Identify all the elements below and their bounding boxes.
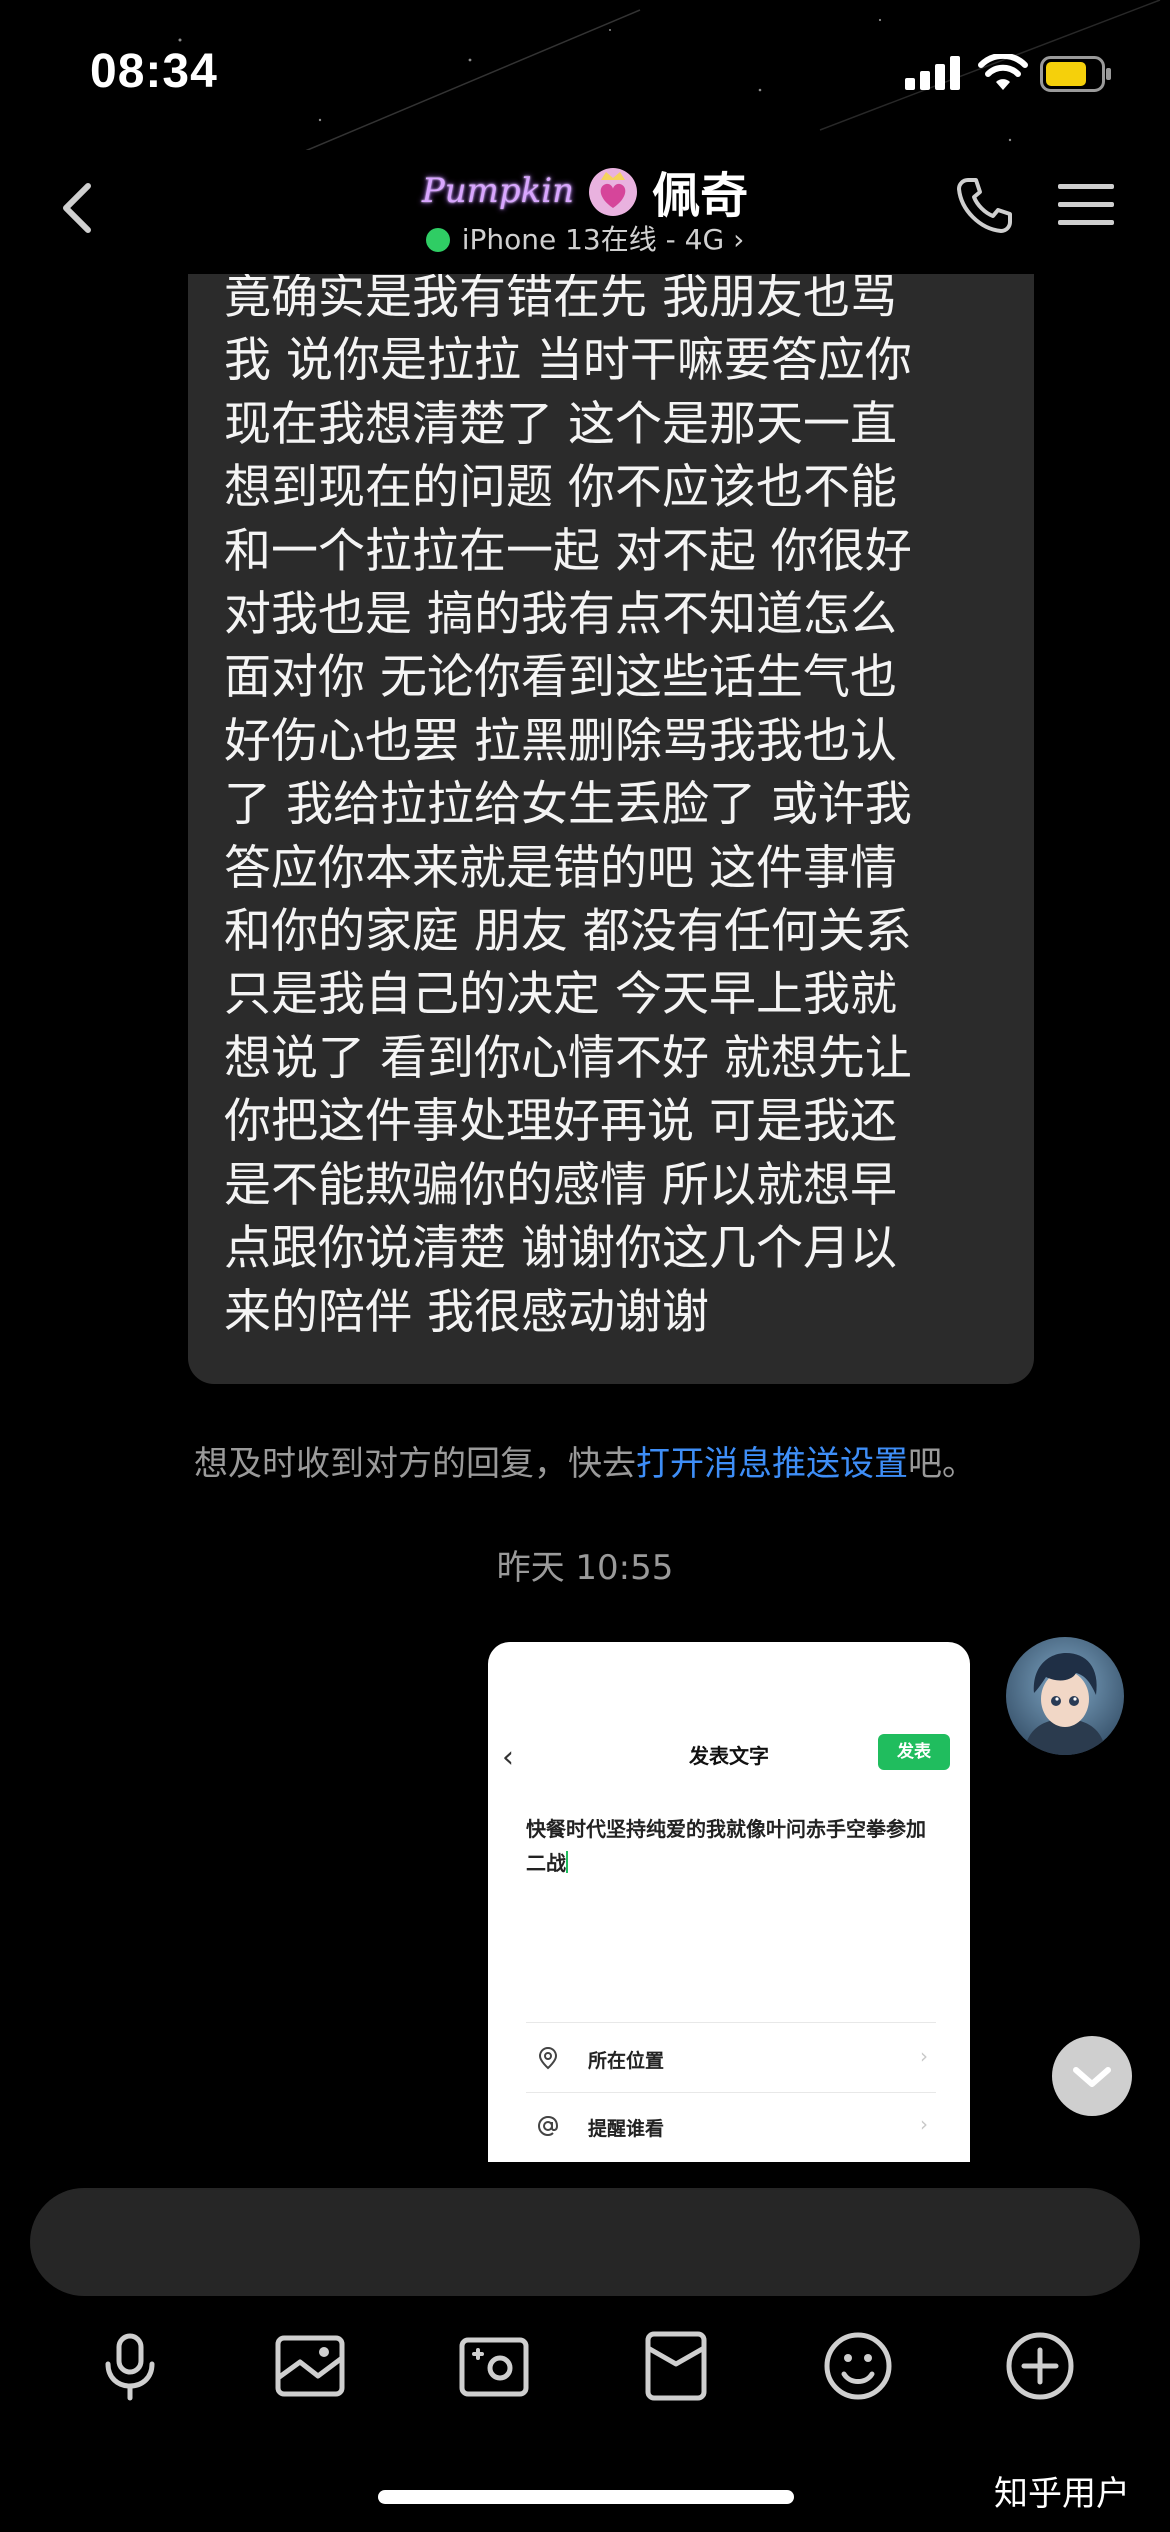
chat-toolbar [0, 2318, 1170, 2418]
message-input[interactable] [30, 2188, 1140, 2296]
home-indicator[interactable] [378, 2490, 794, 2504]
message-text: 竟确实是我有错在先 我朋友也骂 我 说你是拉拉 当时干嘛要答应你 现在我想清楚了… [224, 270, 912, 1340]
pumpkin-logo: Pumpkin [421, 171, 575, 211]
contact-name: 佩奇 [652, 168, 749, 224]
watermark: 知乎用户 [994, 2474, 1130, 2514]
text-caret [566, 1851, 568, 1873]
menu-icon[interactable] [1058, 180, 1114, 230]
chevron-right-icon: › [920, 2044, 928, 2068]
screenshot-publish-button: 发表 [878, 1734, 950, 1770]
crown-heart-icon [589, 168, 638, 216]
message-timestamp: 昨天 10:55 [496, 1548, 674, 1588]
push-notice-prefix: 想及时收到对方的回复，快去 [194, 1444, 636, 1484]
push-notice: 想及时收到对方的回复，快去打开消息推送设置吧。 [0, 1436, 1170, 1485]
at-sign-icon [537, 2115, 559, 2137]
camera-icon[interactable] [456, 2328, 532, 2404]
screenshot-post-body: 快餐时代坚持纯爱的我就像叶问赤手空拳参加二战 [526, 1817, 926, 1875]
plus-circle-icon[interactable] [1002, 2328, 1078, 2404]
image-icon[interactable] [272, 2328, 348, 2404]
phone-icon[interactable] [952, 174, 1016, 238]
device-status-text: iPhone 13在线 - 4G [461, 223, 725, 256]
red-packet-icon[interactable] [638, 2328, 714, 2404]
wifi-icon [978, 54, 1028, 90]
status-bar: 08:34 [0, 0, 1170, 150]
push-settings-link[interactable]: 打开消息推送设置 [636, 1444, 908, 1484]
battery-icon [1040, 56, 1111, 92]
screenshot-divider [526, 2092, 936, 2093]
screenshot-divider [526, 2022, 936, 2023]
chevron-right-icon: › [920, 2112, 928, 2136]
microphone-icon[interactable] [92, 2328, 168, 2404]
avatar[interactable] [1006, 1637, 1124, 1755]
emoji-icon[interactable] [820, 2328, 896, 2404]
cellular-signal-icon [905, 56, 960, 90]
chevron-right-icon: › [733, 223, 745, 256]
scroll-to-bottom-button[interactable] [1052, 2036, 1132, 2116]
push-notice-suffix: 吧。 [908, 1444, 976, 1484]
chevron-down-icon [1073, 2067, 1111, 2087]
sent-screenshot-image[interactable]: ‹ 发表文字 发表 快餐时代坚持纯爱的我就像叶问赤手空拳参加二战 所在位置 › … [488, 1642, 970, 2162]
remind-label: 提醒谁看 [588, 2118, 665, 2140]
chat-header: Pumpkin 佩奇 iPhone 13在线 - 4G › [0, 150, 1170, 270]
status-time: 08:34 [90, 45, 218, 98]
location-pin-icon [538, 2046, 558, 2070]
online-indicator [425, 228, 450, 252]
message-bubble[interactable]: 竟确实是我有错在先 我朋友也骂 我 说你是拉拉 当时干嘛要答应你 现在我想清楚了… [188, 200, 1034, 1384]
screenshot-post-text: 快餐时代坚持纯爱的我就像叶问赤手空拳参加二战 [526, 1812, 936, 1880]
screenshot-remind-row: 提醒谁看 › [526, 2108, 936, 2148]
screenshot-location-row: 所在位置 › [526, 2040, 936, 2080]
location-label: 所在位置 [588, 2050, 665, 2072]
